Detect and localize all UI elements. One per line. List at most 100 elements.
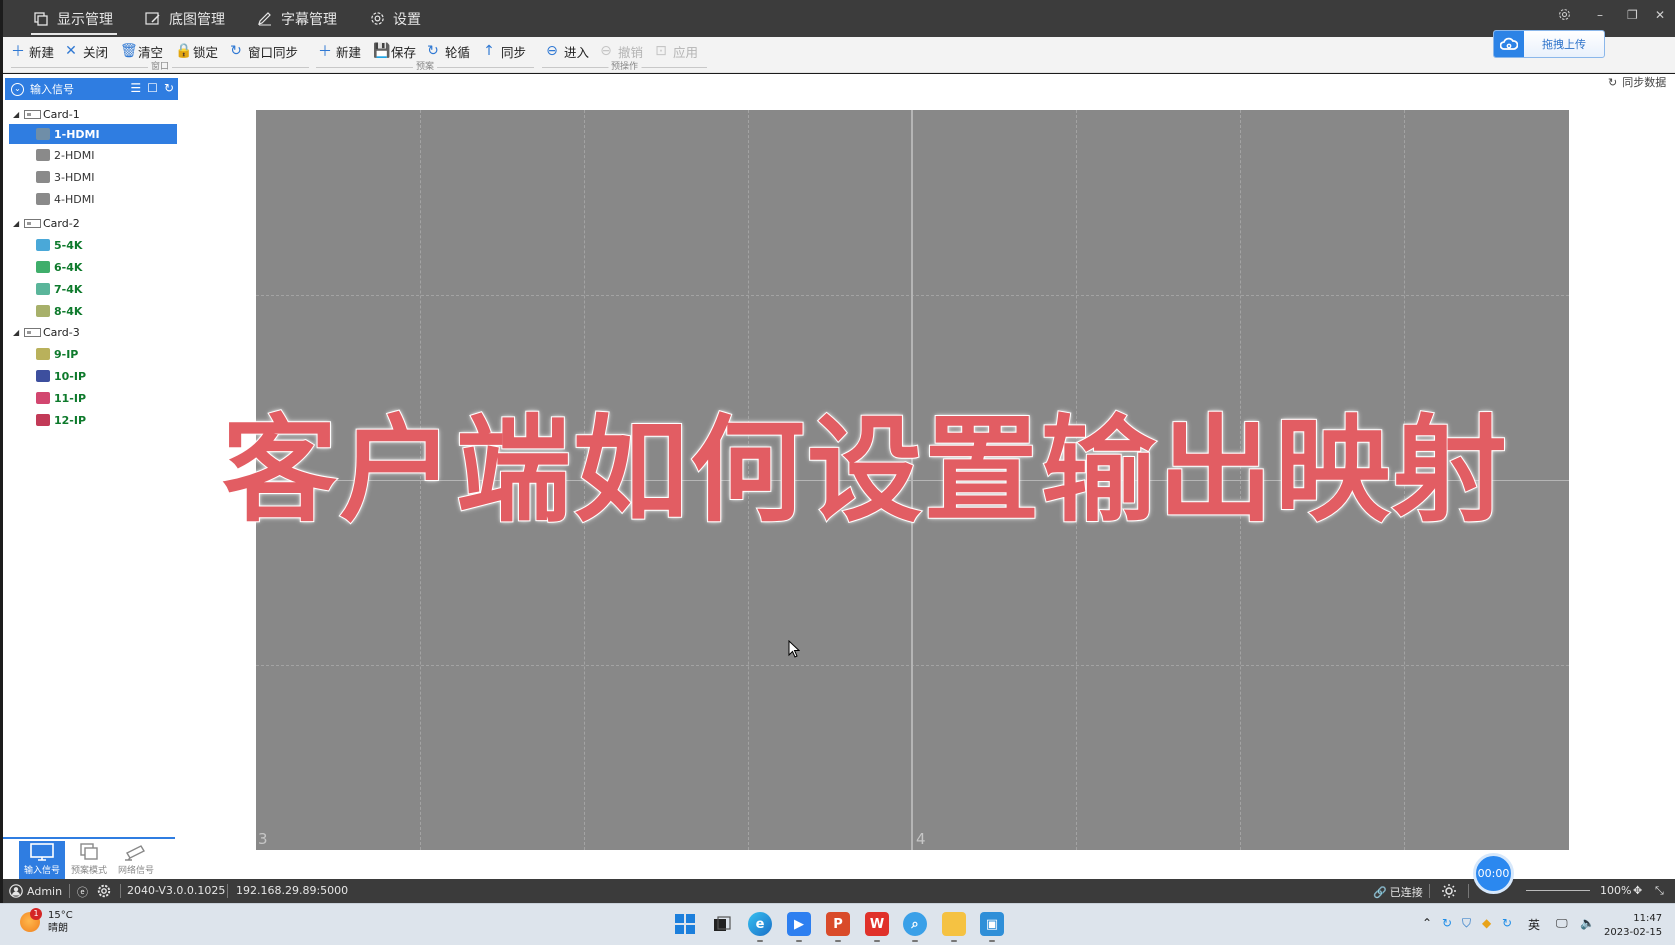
weather-widget[interactable]: 1 15°C 晴朗 — [20, 908, 73, 935]
ip-camera-icon — [36, 370, 50, 382]
browser-icon[interactable]: ⓔ — [77, 884, 88, 900]
minimize-button[interactable]: – — [1597, 8, 1603, 22]
app-tray-icon[interactable]: ◆ — [1482, 916, 1491, 930]
weather-condition: 晴朗 — [48, 923, 68, 934]
file-explorer-icon[interactable] — [942, 912, 966, 942]
fit-screen-icon[interactable]: ✥ — [1633, 884, 1642, 897]
4k-monitor-icon — [36, 305, 50, 317]
tab-label: 字幕管理 — [281, 11, 337, 28]
signal-9-ip[interactable]: 9-IP — [36, 344, 78, 364]
lock-button[interactable]: 🔒 锁定 — [175, 42, 218, 60]
powerpoint-icon[interactable]: P — [826, 912, 850, 942]
ip-camera-icon — [36, 414, 50, 426]
save-button[interactable]: 💾 保存 — [373, 42, 416, 60]
panel-header[interactable]: ⌄ 输入信号 ☰ ☐ ↻ — [5, 78, 178, 100]
signal-6-4k[interactable]: 6-4K — [36, 257, 82, 277]
loop-button[interactable]: ↻ 轮循 — [427, 42, 470, 60]
signal-label: 2-HDMI — [54, 148, 95, 162]
task-view-icon[interactable] — [710, 912, 734, 936]
expand-triangle-icon[interactable]: ◢ — [13, 110, 21, 119]
new-preset-button[interactable]: ＋新建 — [318, 42, 361, 60]
button-label: 关闭 — [83, 44, 109, 60]
input-method-indicator[interactable]: 英 — [1528, 916, 1540, 933]
button-label: 进入 — [564, 44, 590, 60]
search-app-icon[interactable]: ⌕ — [903, 912, 927, 942]
os-taskbar: 1 15°C 晴朗 e ▶ P W ⌕ ▣ ⌃ ↻ ⛉ ◆ ↻ 英 🖵 🔈 11… — [0, 903, 1675, 945]
signal-label: 9-IP — [54, 347, 79, 361]
enter-button[interactable]: ⊖ 进入 — [546, 42, 589, 60]
screen-number-label: 4 — [916, 830, 926, 848]
restore-button[interactable]: ❐ — [1627, 8, 1638, 22]
signal-label: 4-HDMI — [54, 192, 95, 206]
window-sync-button[interactable]: ↻ 窗口同步 — [230, 42, 298, 60]
sync-data-button[interactable]: ↻ 同步数据 — [1608, 74, 1666, 90]
sync-tray-icon[interactable]: ↻ — [1442, 916, 1452, 930]
signal-11-ip[interactable]: 11-IP — [36, 388, 86, 408]
tab-subtitle-management[interactable]: 字幕管理 — [257, 0, 337, 37]
signal-2-hdmi[interactable]: 2-HDMI — [36, 145, 94, 165]
monitor-icon — [30, 841, 54, 863]
chevron-up-icon[interactable]: ⌃ — [1422, 916, 1432, 930]
tree-card-3[interactable]: ◢ Card-3 — [13, 322, 80, 342]
cloud-icon — [1494, 31, 1524, 57]
network-icon[interactable]: 🖵 — [1556, 916, 1568, 931]
signal-1-hdmi[interactable]: 1-HDMI — [9, 124, 177, 144]
tab-label: 输入信号 — [23, 866, 60, 876]
tab-preset-mode[interactable]: 预案模式 — [66, 841, 112, 879]
zoom-slider[interactable] — [1526, 890, 1590, 891]
shield-tray-icon[interactable]: ⛉ — [1462, 916, 1471, 931]
windows-start-icon[interactable] — [673, 912, 697, 936]
user-info[interactable]: Admin — [9, 884, 62, 898]
layers-icon — [79, 841, 99, 863]
tab-settings[interactable]: 设置 — [369, 0, 421, 37]
list-icon[interactable]: ☰ — [130, 81, 141, 95]
undo-button[interactable]: ⊖ 撤销 — [600, 42, 643, 60]
signal-4-hdmi[interactable]: 4-HDMI — [36, 189, 94, 209]
brightness-icon[interactable] — [1441, 883, 1457, 899]
lock-icon: 🔒 — [175, 43, 193, 59]
display-manager-icon[interactable]: ▣ — [980, 912, 1004, 942]
volume-muted-icon[interactable]: 🔈 — [1580, 916, 1595, 930]
wps-office-icon[interactable]: W — [865, 912, 889, 942]
new-window-button[interactable]: ＋新建 — [11, 42, 54, 60]
mouse-cursor-icon — [788, 639, 801, 661]
chevron-down-icon[interactable]: ⌄ — [11, 82, 24, 96]
tab-background-management[interactable]: 底图管理 — [145, 0, 225, 37]
signal-10-ip[interactable]: 10-IP — [36, 366, 86, 386]
refresh-tray-icon[interactable]: ↻ — [1502, 916, 1512, 930]
divider — [69, 884, 70, 898]
camera-icon — [124, 841, 148, 863]
hdmi-icon — [36, 193, 50, 205]
system-clock[interactable]: 11:47 2023-02-15 — [1604, 912, 1662, 940]
button-label: 新建 — [29, 44, 55, 60]
signal-7-4k[interactable]: 7-4K — [36, 279, 82, 299]
expand-triangle-icon[interactable]: ◢ — [13, 219, 21, 228]
tab-input-signal[interactable]: 输入信号 — [19, 841, 65, 879]
tab-display-management[interactable]: 显示管理 — [31, 0, 117, 37]
close-button[interactable]: ✕ 关闭 — [65, 42, 108, 60]
tab-network-signal[interactable]: 网络信号 — [113, 841, 159, 879]
fullscreen-exit-icon[interactable]: ⤡ — [1655, 884, 1664, 898]
recording-timer[interactable]: 00:00 — [1473, 853, 1514, 894]
refresh-icon[interactable]: ↻ — [164, 81, 174, 95]
clear-button[interactable]: 🗑 清空 — [120, 42, 163, 60]
tree-card-2[interactable]: ◢ Card-2 — [13, 213, 80, 233]
tree-card-1[interactable]: ◢ Card-1 — [13, 104, 80, 124]
signal-5-4k[interactable]: 5-4K — [36, 235, 82, 255]
expand-triangle-icon[interactable]: ◢ — [13, 328, 21, 337]
drag-upload-button[interactable]: 拖拽上传 — [1493, 30, 1605, 58]
signal-8-4k[interactable]: 8-4K — [36, 301, 82, 321]
edge-browser-icon[interactable]: e — [748, 912, 772, 942]
sync-data-label: 同步数据 — [1622, 76, 1667, 89]
apply-button[interactable]: ⊡ 应用 — [655, 42, 698, 60]
settings-gear-icon[interactable] — [1558, 8, 1571, 24]
button-label: 保存 — [391, 44, 417, 60]
close-window-button[interactable]: ✕ — [1655, 8, 1665, 22]
sync-button[interactable]: ↑ 同步 — [483, 42, 526, 60]
signal-12-ip[interactable]: 12-IP — [36, 410, 86, 430]
square-icon[interactable]: ☐ — [147, 81, 158, 95]
video-app-icon[interactable]: ▶ — [787, 912, 811, 942]
signal-3-hdmi[interactable]: 3-HDMI — [36, 167, 94, 187]
settings-icon[interactable] — [97, 884, 111, 898]
button-label: 撤销 — [618, 44, 644, 60]
